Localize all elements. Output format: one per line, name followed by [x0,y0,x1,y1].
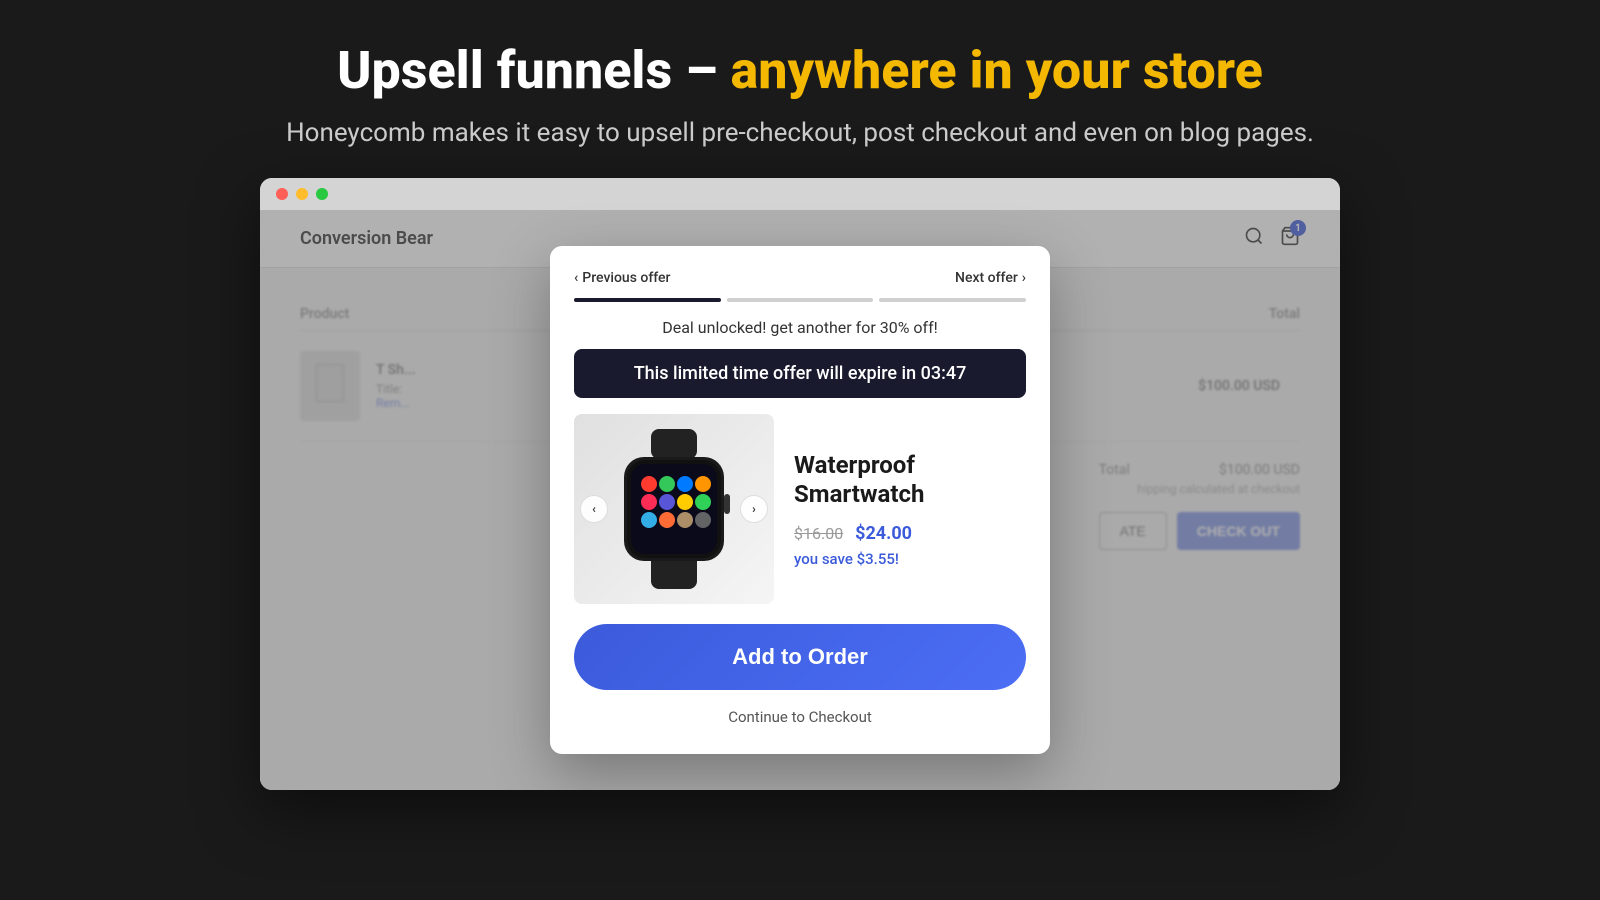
next-offer-label: Next offer [955,270,1018,286]
browser-window: Conversion Bear 1 Product Total [260,178,1340,790]
next-chevron-icon: › [1022,270,1026,286]
price-discounted: $24.00 [855,523,912,544]
prev-chevron-icon: ‹ [574,270,578,286]
progress-bar-1 [574,298,721,302]
product-pricing: $16.00 $24.00 [794,523,1026,544]
hero-title-part1: Upsell funnels – [337,40,730,101]
hero-subtitle: Honeycomb makes it easy to upsell pre-ch… [60,118,1540,148]
price-savings: you save $3.55! [794,550,1026,568]
price-original: $16.00 [794,524,843,543]
browser-dot-yellow [296,188,308,200]
modal-nav: ‹ Previous offer Next offer › [574,270,1026,286]
product-details: Waterproof Smartwatch $16.00 $24.00 you … [794,451,1026,568]
browser-dot-red [276,188,288,200]
modal-deal-text: Deal unlocked! get another for 30% off! [574,318,1026,337]
hero-title: Upsell funnels – anywhere in your store [60,40,1540,102]
progress-bar-3 [879,298,1026,302]
prev-offer-label: Previous offer [582,270,670,286]
prev-offer-button[interactable]: ‹ Previous offer [574,270,671,286]
image-next-button[interactable]: › [740,495,768,523]
continue-to-checkout-button[interactable]: Continue to Checkout [574,704,1026,730]
modal-progress [574,298,1026,302]
modal-product: ‹ › Waterproof Smartwatch $16.00 $24.00 … [574,414,1026,604]
browser-chrome [260,178,1340,210]
store-content: Conversion Bear 1 Product Total [260,210,1340,790]
image-next-icon: › [752,502,756,516]
image-prev-button[interactable]: ‹ [580,495,608,523]
upsell-modal: ‹ Previous offer Next offer › Deal unloc… [550,246,1050,754]
product-name: Waterproof Smartwatch [794,451,1026,509]
product-image-container: ‹ › [574,414,774,604]
image-prev-icon: ‹ [592,502,596,516]
hero-section: Upsell funnels – anywhere in your store … [0,0,1600,178]
browser-dot-green [316,188,328,200]
product-image [599,429,749,589]
modal-overlay: ‹ Previous offer Next offer › Deal unloc… [260,210,1340,790]
progress-bar-2 [727,298,874,302]
hero-title-highlight: anywhere in your store [731,40,1263,101]
add-to-order-button[interactable]: Add to Order [574,624,1026,690]
modal-timer: This limited time offer will expire in 0… [574,349,1026,398]
next-offer-button[interactable]: Next offer › [955,270,1026,286]
